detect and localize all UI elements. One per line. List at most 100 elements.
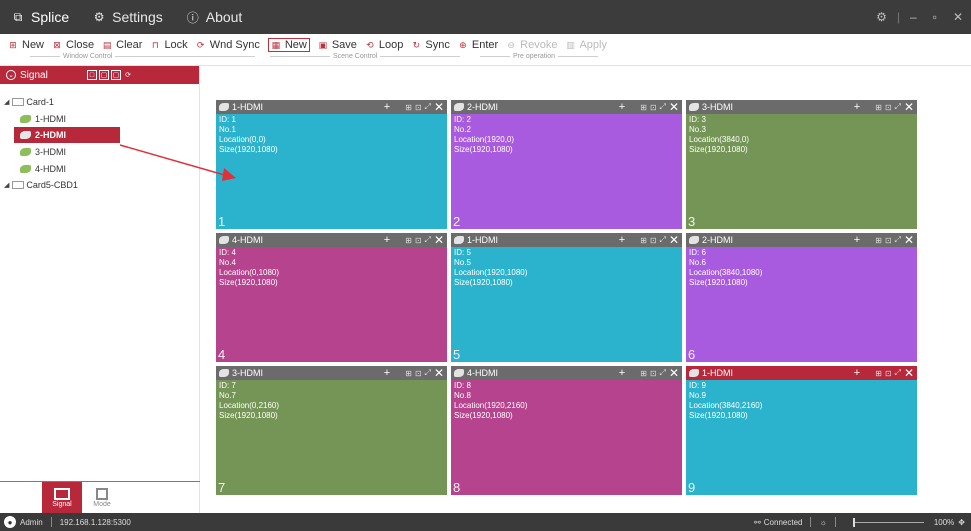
revoke-button[interactable]: ⊖ Revoke bbox=[506, 39, 557, 51]
close-window-button[interactable]: ⊠ Close bbox=[52, 39, 94, 51]
clear-button[interactable]: ▤ Clear bbox=[102, 39, 143, 51]
add-icon[interactable]: + bbox=[854, 367, 860, 379]
tab-splice[interactable]: ⧉ Splice bbox=[0, 0, 81, 34]
close-icon[interactable]: ✕ bbox=[669, 233, 679, 247]
add-icon[interactable]: + bbox=[619, 234, 625, 246]
enter-button[interactable]: ⊕ Enter bbox=[458, 39, 498, 51]
signal-window[interactable]: 2-HDMI + ⊞ ⊡ ⤢ ✕ ID: 6 No.6 Location(3840,1080) S… bbox=[686, 233, 917, 362]
expand-all-icon[interactable]: □ bbox=[87, 70, 97, 80]
zoom-slider[interactable] bbox=[852, 517, 924, 527]
window-header[interactable]: 4-HDMI + ⊞ ⊡ ⤢ ✕ bbox=[216, 233, 447, 247]
signal-window[interactable]: 1-HDMI + ⊞ ⊡ ⤢ ✕ ID: 1 No.1 Location(0,0) Size(19… bbox=[216, 100, 447, 229]
zoom-slider-knob[interactable] bbox=[852, 517, 855, 527]
crop-icon[interactable]: ⊡ bbox=[650, 369, 657, 378]
maximize-icon[interactable]: ⤢ bbox=[425, 368, 431, 378]
lock-button[interactable]: ⊓ Lock bbox=[150, 39, 188, 51]
tree-item-4-hdmi[interactable]: 4-HDMI bbox=[0, 160, 199, 177]
signal-window[interactable]: 3-HDMI + ⊞ ⊡ ⤢ ✕ ID: 3 No.3 Location(3840,0) Size… bbox=[686, 100, 917, 229]
add-icon[interactable]: + bbox=[619, 367, 625, 379]
signal-window[interactable]: 4-HDMI + ⊞ ⊡ ⤢ ✕ ID: 4 No.4 Location(0,1080) Size… bbox=[216, 233, 447, 362]
new-window-button[interactable]: ⊞ New bbox=[8, 39, 44, 51]
add-icon[interactable]: + bbox=[384, 367, 390, 379]
signal-window[interactable]: 2-HDMI + ⊞ ⊡ ⤢ ✕ ID: 2 No.2 Location(1920,0) Size… bbox=[451, 100, 682, 229]
signal-window[interactable]: 4-HDMI + ⊞ ⊡ ⤢ ✕ ID: 8 No.8 Location(1920,2160) S… bbox=[451, 366, 682, 495]
split-icon[interactable]: ⊞ bbox=[875, 103, 882, 112]
window-header[interactable]: 1-HDMI + ⊞ ⊡ ⤢ ✕ bbox=[451, 233, 682, 247]
close-icon[interactable]: ✕ bbox=[434, 100, 444, 114]
new-scene-button[interactable]: ▦ New bbox=[267, 38, 310, 52]
crop-icon[interactable]: ⊡ bbox=[415, 103, 422, 112]
close-icon[interactable]: ✕ bbox=[434, 366, 444, 380]
splice-canvas[interactable]: 1-HDMI + ⊞ ⊡ ⤢ ✕ ID: 1 No.1 Location(0,0) Size(19… bbox=[216, 100, 917, 495]
window-header[interactable]: 3-HDMI + ⊞ ⊡ ⤢ ✕ bbox=[216, 366, 447, 380]
window-header[interactable]: 4-HDMI + ⊞ ⊡ ⤢ ✕ bbox=[451, 366, 682, 380]
refresh-icon[interactable]: ⟳ bbox=[123, 70, 133, 80]
signal-window[interactable]: 1-HDMI + ⊞ ⊡ ⤢ ✕ ID: 9 No.9 Location(3840,2160) S… bbox=[686, 366, 917, 495]
fit-icon[interactable]: ✥ bbox=[958, 518, 965, 527]
tree-item-2-hdmi[interactable]: 2-HDMI bbox=[14, 127, 120, 143]
window-header[interactable]: 1-HDMI + ⊞ ⊡ ⤢ ✕ bbox=[216, 100, 447, 114]
sync-button[interactable]: ↻ Sync bbox=[411, 39, 450, 51]
maximize-icon[interactable]: ⤢ bbox=[895, 368, 901, 378]
split-icon[interactable]: ⊞ bbox=[875, 236, 882, 245]
tree-item-1-hdmi[interactable]: 1-HDMI bbox=[0, 110, 199, 127]
loop-button[interactable]: ⟲ Loop bbox=[365, 39, 403, 51]
split-icon[interactable]: ⊞ bbox=[640, 369, 647, 378]
crop-icon[interactable]: ⊡ bbox=[650, 103, 657, 112]
add-icon[interactable]: + bbox=[384, 101, 390, 113]
maximize-icon[interactable]: ⤢ bbox=[660, 102, 666, 112]
list-view-icon[interactable]: ▢ bbox=[111, 70, 121, 80]
split-icon[interactable]: ⊞ bbox=[640, 236, 647, 245]
crop-icon[interactable]: ⊡ bbox=[885, 369, 892, 378]
restore-icon[interactable]: ▫ bbox=[925, 10, 945, 24]
tab-settings[interactable]: ⚙ Settings bbox=[81, 0, 175, 34]
split-icon[interactable]: ⊞ bbox=[875, 369, 882, 378]
add-icon[interactable]: + bbox=[854, 101, 860, 113]
expand-arrow-icon[interactable]: ◢ bbox=[4, 181, 9, 189]
tree-item-3-hdmi[interactable]: 3-HDMI bbox=[0, 143, 199, 160]
gear-icon[interactable]: ⚙ bbox=[868, 10, 895, 24]
window-header[interactable]: 3-HDMI + ⊞ ⊡ ⤢ ✕ bbox=[686, 100, 917, 114]
close-icon[interactable]: ✕ bbox=[904, 366, 914, 380]
close-icon[interactable]: ✕ bbox=[945, 10, 971, 24]
signal-collapse-icon[interactable]: ⌄ bbox=[6, 70, 16, 80]
window-header[interactable]: 1-HDMI + ⊞ ⊡ ⤢ ✕ bbox=[686, 366, 917, 380]
split-icon[interactable]: ⊞ bbox=[405, 236, 412, 245]
tab-about[interactable]: ⓘ About bbox=[175, 0, 255, 34]
signal-window[interactable]: 3-HDMI + ⊞ ⊡ ⤢ ✕ ID: 7 No.7 Location(0,2160) Size… bbox=[216, 366, 447, 495]
tree-card-5[interactable]: ◢ Card5-CBD1 bbox=[0, 177, 199, 193]
window-header[interactable]: 2-HDMI + ⊞ ⊡ ⤢ ✕ bbox=[686, 233, 917, 247]
maximize-icon[interactable]: ⤢ bbox=[660, 368, 666, 378]
split-icon[interactable]: ⊞ bbox=[640, 103, 647, 112]
crop-icon[interactable]: ⊡ bbox=[650, 236, 657, 245]
add-icon[interactable]: + bbox=[619, 101, 625, 113]
split-icon[interactable]: ⊞ bbox=[405, 103, 412, 112]
expand-arrow-icon[interactable]: ◢ bbox=[4, 98, 9, 106]
crop-icon[interactable]: ⊡ bbox=[885, 236, 892, 245]
maximize-icon[interactable]: ⤢ bbox=[660, 235, 666, 245]
close-icon[interactable]: ✕ bbox=[904, 100, 914, 114]
close-icon[interactable]: ✕ bbox=[669, 366, 679, 380]
split-icon[interactable]: ⊞ bbox=[405, 369, 412, 378]
signal-window[interactable]: 1-HDMI + ⊞ ⊡ ⤢ ✕ ID: 5 No.5 Location(1920,1080) S… bbox=[451, 233, 682, 362]
close-icon[interactable]: ✕ bbox=[434, 233, 444, 247]
maximize-icon[interactable]: ⤢ bbox=[895, 102, 901, 112]
grid-view-icon[interactable]: ▢ bbox=[99, 70, 109, 80]
apply-button[interactable]: ▥ Apply bbox=[565, 39, 607, 51]
crop-icon[interactable]: ⊡ bbox=[415, 236, 422, 245]
close-icon[interactable]: ✕ bbox=[669, 100, 679, 114]
window-header[interactable]: 2-HDMI + ⊞ ⊡ ⤢ ✕ bbox=[451, 100, 682, 114]
close-icon[interactable]: ✕ bbox=[904, 233, 914, 247]
maximize-icon[interactable]: ⤢ bbox=[425, 235, 431, 245]
mode-mode-button[interactable]: Mode bbox=[82, 482, 122, 513]
sun-icon[interactable]: ☼ bbox=[819, 518, 826, 527]
mode-signal-button[interactable]: Signal bbox=[42, 482, 82, 513]
save-button[interactable]: ▣ Save bbox=[318, 39, 357, 51]
add-icon[interactable]: + bbox=[384, 234, 390, 246]
crop-icon[interactable]: ⊡ bbox=[885, 103, 892, 112]
wnd-sync-button[interactable]: ⟳ Wnd Sync bbox=[196, 39, 260, 51]
maximize-icon[interactable]: ⤢ bbox=[425, 102, 431, 112]
add-icon[interactable]: + bbox=[854, 234, 860, 246]
maximize-icon[interactable]: ⤢ bbox=[895, 235, 901, 245]
minimize-icon[interactable]: – bbox=[902, 10, 925, 24]
